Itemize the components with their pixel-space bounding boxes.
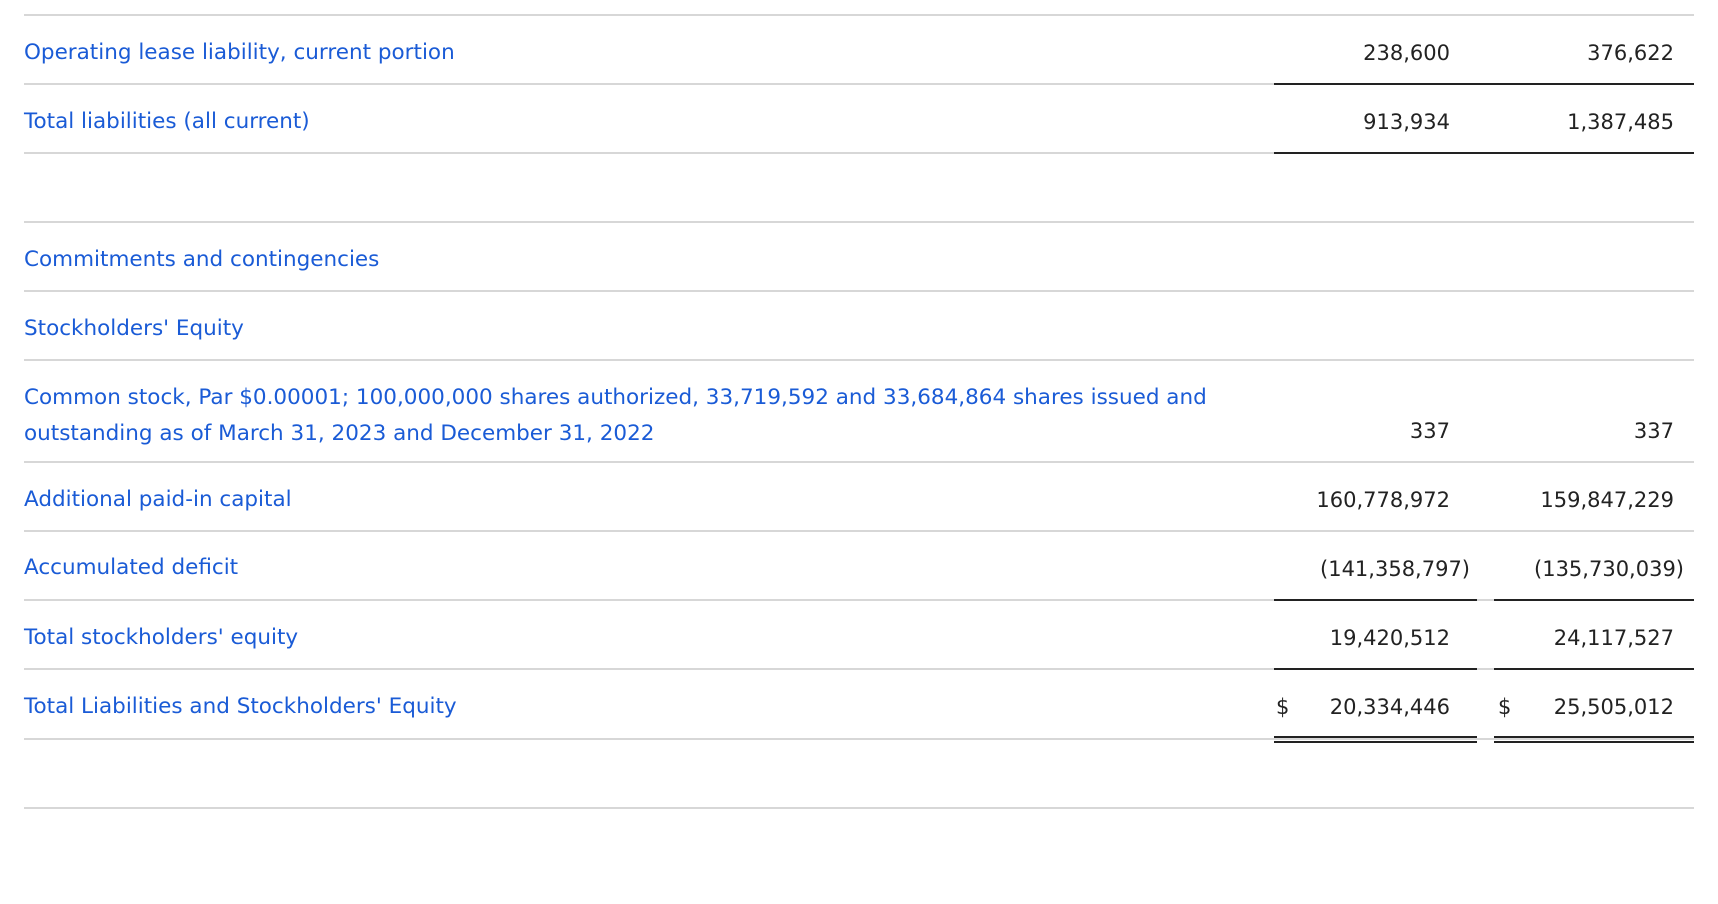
value-2023: 20,334,446	[1329, 695, 1450, 719]
row-label[interactable]: Additional paid-in capital	[24, 482, 292, 518]
row-divider	[24, 359, 1694, 361]
subtotal-underline	[1274, 83, 1694, 85]
row-divider	[24, 530, 1694, 532]
row-divider	[24, 221, 1694, 223]
row-divider	[24, 14, 1694, 16]
value-2022: 24,117,527	[1553, 626, 1674, 650]
value-2023: 337	[1409, 419, 1450, 443]
row-label[interactable]: Accumulated deficit	[24, 550, 238, 586]
subtotal-underline	[1274, 668, 1477, 670]
total-underline	[1274, 152, 1694, 154]
row-label[interactable]: Total stockholders' equity	[24, 620, 298, 656]
row-label[interactable]: Total Liabilities and Stockholders' Equi…	[24, 689, 457, 725]
value-2022: 376,622	[1587, 41, 1674, 65]
row-label-line-1[interactable]: Common stock, Par $0.00001; 100,000,000 …	[24, 380, 1207, 416]
subtotal-underline	[1494, 668, 1694, 670]
row-divider	[24, 290, 1694, 292]
value-2022: 159,847,229	[1540, 488, 1674, 512]
value-2022: 25,505,012	[1553, 695, 1674, 719]
row-label[interactable]: Commitments and contingencies	[24, 242, 379, 278]
value-2022: (135,730,039)	[1534, 557, 1684, 581]
value-2023: 160,778,972	[1316, 488, 1450, 512]
row-label[interactable]: Total liabilities (all current)	[24, 104, 310, 140]
value-2023: 238,600	[1363, 41, 1450, 65]
value-2023: (141,358,797)	[1320, 557, 1470, 581]
value-2022: 1,387,485	[1567, 110, 1674, 134]
row-label[interactable]: Operating lease liability, current porti…	[24, 35, 455, 71]
grand-total-double-underline	[1274, 736, 1477, 743]
value-2022: 337	[1633, 419, 1674, 443]
row-divider	[24, 461, 1694, 463]
grand-total-double-underline	[1494, 736, 1694, 743]
subtotal-underline	[1274, 599, 1477, 601]
section-heading[interactable]: Stockholders' Equity	[24, 311, 244, 347]
row-divider	[24, 807, 1694, 809]
value-2023: 19,420,512	[1329, 626, 1450, 650]
subtotal-underline	[1494, 599, 1694, 601]
value-2023: 913,934	[1363, 110, 1450, 134]
row-label-line-2[interactable]: outstanding as of March 31, 2023 and Dec…	[24, 416, 654, 452]
